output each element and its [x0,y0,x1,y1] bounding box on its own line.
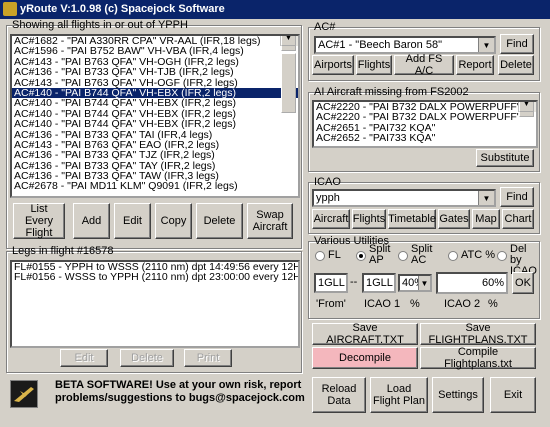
window-title: yRoute V:1.0.98 (c) Spacejock Software [20,3,225,15]
gates-button[interactable]: Gates [438,209,470,229]
airports-button[interactable]: Airports [312,55,354,75]
chevron-down-icon[interactable]: ▼ [418,276,430,290]
caption-from: 'From' [316,298,346,310]
beta-warning-line1: BETA SOFTWARE! Use at your own risk, rep… [55,379,302,391]
reload-data-button[interactable]: Reload Data [312,377,366,413]
caption-percent2: % [488,298,498,310]
ac-flights-button[interactable]: Flights [356,55,392,75]
caption-percent1: % [410,298,420,310]
edit-flight-button[interactable]: Edit [114,203,151,239]
icao-flights-button[interactable]: Flights [352,209,386,229]
chevron-down-icon[interactable]: ▼ [478,191,494,205]
plane-logo-icon [10,380,38,408]
missing-scrollbar[interactable]: ▲ ▼ [518,102,536,117]
flight-row[interactable]: AC#2678 - "PAI MD11 KLM" Q9091 (IFR,2 le… [12,181,298,192]
radio-split-ac-label: Split AC [411,243,433,266]
beta-warning-line2: problems/suggestions to bugs@spacejock.c… [55,392,305,404]
radio-del-by-icao[interactable] [497,251,507,261]
missing-label: AI Aircraft missing from FS2002 [314,86,469,98]
icao-combo[interactable]: ypph ▼ [312,189,496,207]
find-icao-button[interactable]: Find [500,187,534,207]
legs-list[interactable]: FL#0155 - YPPH to WSSS (2110 nm) dpt 14:… [10,260,300,348]
save-flightplans-button[interactable]: Save FLIGHTPLANS.TXT [420,322,536,346]
ok-button[interactable]: OK [512,272,534,294]
radio-split-ac[interactable] [398,251,408,261]
scroll-down-icon[interactable]: ▼ [519,102,534,113]
radio-split-ap[interactable] [356,251,366,261]
radio-atc[interactable] [448,251,458,261]
caption-icao2: ICAO 2 [444,298,481,310]
radio-fl-label: FL [328,249,341,261]
missing-aircraft-row[interactable]: AC#2652 - "PAI733 KQA" [314,133,536,144]
aircraft-combo-value: AC#1 - "Beech Baron 58" [318,39,442,51]
aircraft-combo[interactable]: AC#1 - "Beech Baron 58" ▼ [314,36,496,54]
timetable-button[interactable]: Timetable [388,209,436,229]
leg-row[interactable]: FL#0156 - WSSS to YPPH (2110 nm) dpt 23:… [12,272,298,283]
scroll-down-icon[interactable]: ▼ [281,36,296,47]
compile-flightplans-button[interactable]: Compile Flightplans.txt [420,346,536,370]
add-flight-button[interactable]: Add [73,203,110,239]
swap-aircraft-button[interactable]: Swap Aircraft [247,203,293,239]
ac-label: AC# [314,21,336,33]
substitute-button[interactable]: Substitute [476,149,534,167]
decompile-button[interactable]: Decompile [312,347,418,369]
settings-button[interactable]: Settings [432,377,484,413]
icao-combo-value: ypph [316,192,340,204]
from-field[interactable]: 1GLL [314,273,348,293]
radio-fl[interactable] [315,251,325,261]
app-icon [3,2,17,16]
copy-flight-button[interactable]: Copy [155,203,192,239]
flights-label: Showing all flights in or out of YPPH [12,19,188,31]
edit-leg-button[interactable]: Edit [60,349,108,367]
add-fs-ac-button[interactable]: Add FS A/C [394,53,454,77]
icao-aircraft-button[interactable]: Aircraft [312,209,350,229]
icao2-field[interactable]: 60% [436,272,508,294]
flights-list[interactable]: AC#1682 - "PAI A330RR CPA" VR-AAL (IFR,1… [10,34,300,198]
icao1-field[interactable]: 1GLL [362,273,396,293]
radio-split-ap-label: Split AP [369,243,391,266]
map-button[interactable]: Map [472,209,500,229]
save-aircraft-button[interactable]: Save AIRCRAFT.TXT [312,322,418,346]
title-bar: yRoute V:1.0.98 (c) Spacejock Software [0,0,550,19]
list-every-flight-button[interactable]: List Every Flight [13,203,65,239]
report-button[interactable]: Report [456,55,494,75]
main-window: Showing all flights in or out of YPPH AC… [0,19,550,427]
percent-combo[interactable]: 40% ▼ [398,274,432,292]
exit-button[interactable]: Exit [490,377,536,413]
chevron-down-icon[interactable]: ▼ [478,38,494,52]
flights-scrollbar[interactable]: ▲ ▼ [280,36,298,113]
delete-aircraft-button[interactable]: Delete [498,55,534,75]
flight-row[interactable]: AC#140 - "PAI B744 QFA" VH-EBX (IFR,2 le… [12,119,298,130]
print-legs-button[interactable]: Print [184,349,232,367]
caption-icao1: ICAO 1 [364,298,401,310]
legs-label: Legs in flight #16578 [12,245,114,257]
flight-row[interactable]: AC#136 - "PAI B733 QFA" VH-TJB (IFR,2 le… [12,67,298,78]
icao-label: ICAO [314,176,341,188]
dash-separator: -- [350,276,358,288]
delete-leg-button[interactable]: Delete [120,349,174,367]
missing-aircraft-list[interactable]: AC#2220 - "PAI B732 DALX POWERPUFF" AC#22… [312,100,538,148]
find-aircraft-button[interactable]: Find [500,34,534,54]
radio-atc-label: ATC % [461,249,496,261]
chart-button[interactable]: Chart [502,209,534,229]
scroll-thumb[interactable] [281,53,296,113]
delete-flight-button[interactable]: Delete [196,203,243,239]
load-flight-plan-button[interactable]: Load Flight Plan [370,377,428,413]
